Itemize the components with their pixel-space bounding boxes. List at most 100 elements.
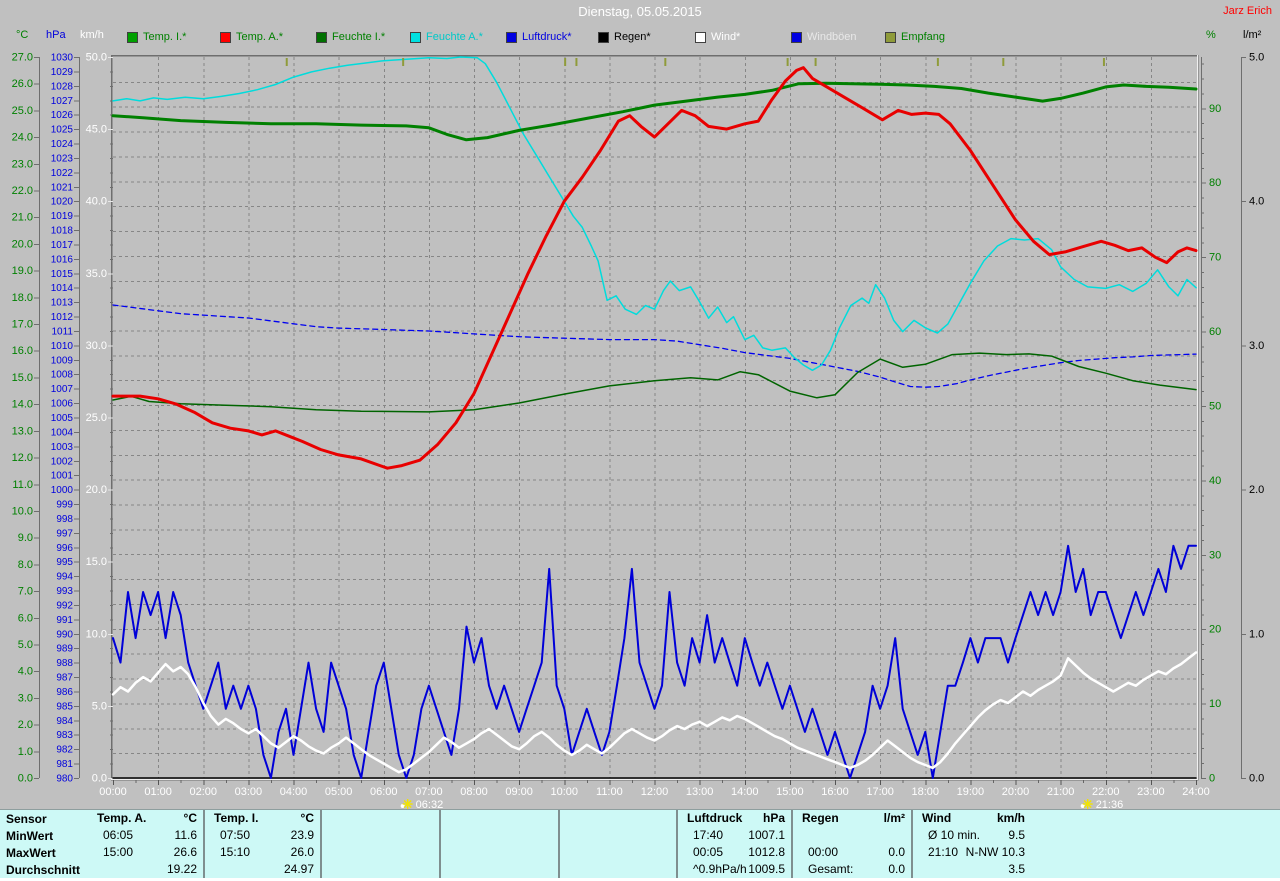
svg-text:986: 986 xyxy=(56,687,73,698)
svg-text:20.0: 20.0 xyxy=(12,238,33,250)
legend-item-feuchtei: Feuchte I.* xyxy=(316,31,385,43)
legend-color-swatch xyxy=(885,31,896,43)
svg-text:10.0: 10.0 xyxy=(86,628,107,640)
stats-cell-header: Luftdruck hPa xyxy=(678,810,791,827)
stats-cell-right: 26.6 xyxy=(173,845,197,859)
svg-text:1013: 1013 xyxy=(51,298,74,309)
svg-text:02:00: 02:00 xyxy=(189,786,217,798)
svg-text:2.0: 2.0 xyxy=(18,719,33,731)
legend-item-label: Feuchte I.* xyxy=(332,31,386,43)
stats-cell-left: 15:00 xyxy=(103,845,134,859)
stats-cell-right: 1009.5 xyxy=(748,862,785,876)
svg-text:30: 30 xyxy=(1209,549,1221,561)
svg-text:1018: 1018 xyxy=(51,226,74,237)
stats-col-wind: Wind km/h Ø 10 min. 9.5 21:10 N-NW 10.3 3.5 xyxy=(913,810,1031,879)
svg-text:15.0: 15.0 xyxy=(12,372,33,384)
svg-text:16:00: 16:00 xyxy=(821,786,849,798)
svg-text:20:00: 20:00 xyxy=(1002,786,1030,798)
svg-text:21.0: 21.0 xyxy=(12,212,33,224)
svg-text:0.0: 0.0 xyxy=(92,773,107,785)
stats-cell-right: 26.0 xyxy=(290,845,314,859)
svg-text:15:00: 15:00 xyxy=(776,786,804,798)
svg-text:50: 50 xyxy=(1209,400,1221,412)
stats-col-tempa: Temp. A. °C 06:05 11.6 15:00 26.6 19.22 xyxy=(88,810,205,879)
stats-cell: 24.97 xyxy=(205,861,320,878)
svg-text:50.0: 50.0 xyxy=(86,52,107,64)
stats-cell: ^0.9hPa/h 1009.5 xyxy=(678,861,791,878)
svg-text:5.0: 5.0 xyxy=(92,700,107,712)
stats-cell-right: 24.97 xyxy=(283,862,314,876)
svg-text:1011: 1011 xyxy=(51,326,73,337)
stats-cell-header xyxy=(322,810,439,827)
svg-text:20: 20 xyxy=(1209,624,1221,636)
axis-celsius: 0.0 1.0 2.0 3.0 4.0 5.0 6.0 7.0 8.0 9.0 10.0 11.0 12… xyxy=(12,52,40,785)
stats-cell-right: km/h xyxy=(996,811,1025,825)
svg-text:5.0: 5.0 xyxy=(18,639,33,651)
stats-col-tempi: Temp. I. °C 07:50 23.9 15:10 26.0 24.97 xyxy=(205,810,322,879)
svg-text:981: 981 xyxy=(56,759,73,770)
stats-col-empty-4 xyxy=(560,810,678,879)
svg-text:27.0: 27.0 xyxy=(12,52,33,64)
stats-cell xyxy=(560,844,676,861)
svg-text:10.0: 10.0 xyxy=(12,505,33,517)
svg-text:80: 80 xyxy=(1209,177,1221,189)
svg-text:3.0: 3.0 xyxy=(18,692,33,704)
svg-text:40.0: 40.0 xyxy=(86,196,107,208)
svg-text:997: 997 xyxy=(56,528,73,539)
stats-col-regen: Regen l/m² 00:00 0.0 Gesamt: 0.0 xyxy=(793,810,913,879)
stats-cell-right: N-NW 10.3 xyxy=(965,845,1025,859)
legend-color-swatch xyxy=(316,31,327,43)
legend-color-swatch xyxy=(220,31,231,43)
stats-cell xyxy=(322,861,439,878)
stats-cell-header xyxy=(441,810,558,827)
legend-color-swatch xyxy=(410,31,421,43)
svg-text:06:00: 06:00 xyxy=(370,786,398,798)
legend-item-tempa: Temp. A.* xyxy=(220,31,283,43)
svg-text:14:00: 14:00 xyxy=(731,786,759,798)
svg-text:991: 991 xyxy=(56,615,73,626)
stats-cell xyxy=(322,827,439,844)
svg-text:24:00: 24:00 xyxy=(1182,786,1210,798)
svg-text:25.0: 25.0 xyxy=(12,105,33,117)
legend-item-label: Windböen xyxy=(807,31,857,43)
svg-text:9.0: 9.0 xyxy=(18,532,33,544)
svg-text:16.0: 16.0 xyxy=(12,345,33,357)
stats-cell-right: hPa xyxy=(762,811,785,825)
svg-text:11:00: 11:00 xyxy=(596,786,623,798)
svg-text:20.0: 20.0 xyxy=(86,484,107,496)
svg-text:10:00: 10:00 xyxy=(550,786,578,798)
stats-cell xyxy=(441,844,558,861)
stats-col-empty-3 xyxy=(441,810,560,879)
stats-cell: 17:40 1007.1 xyxy=(678,827,791,844)
stats-cell: 19.22 xyxy=(88,861,203,878)
svg-text:1006: 1006 xyxy=(51,399,74,410)
stats-cell-right: 0.0 xyxy=(888,862,905,876)
axis-kmh: 0.0 5.0 10.0 15.0 20.0 25.0 30.0 35.0 40.0 45.0 50… xyxy=(86,52,113,785)
stats-cell: 06:05 11.6 xyxy=(88,827,203,844)
svg-text:04:00: 04:00 xyxy=(280,786,308,798)
svg-text:1009: 1009 xyxy=(51,355,74,366)
svg-text:15.0: 15.0 xyxy=(86,556,107,568)
legend-color-swatch xyxy=(791,31,802,43)
legend-item-label: Feuchte A.* xyxy=(426,31,483,43)
svg-text:1016: 1016 xyxy=(51,254,74,265)
stats-cell: 21:10 N-NW 10.3 xyxy=(913,844,1031,861)
stats-cell xyxy=(560,861,676,878)
stats-table: Sensor MinWert MaxWert Durchschnitt Temp. A… xyxy=(0,809,1280,879)
svg-text:13:00: 13:00 xyxy=(686,786,714,798)
legend-item-luftdruck: Luftdruck* xyxy=(506,31,572,43)
svg-text:995: 995 xyxy=(56,557,73,568)
svg-text:1004: 1004 xyxy=(51,427,74,438)
svg-text:05:00: 05:00 xyxy=(325,786,353,798)
svg-text:1026: 1026 xyxy=(51,110,74,121)
svg-text:1002: 1002 xyxy=(51,456,74,467)
svg-text:07:00: 07:00 xyxy=(415,786,443,798)
svg-text:10: 10 xyxy=(1209,698,1221,710)
svg-text:1001: 1001 xyxy=(51,471,74,482)
stats-cell: 3.5 xyxy=(913,861,1031,878)
stats-row-label: Durchschnitt xyxy=(6,863,81,877)
chart-legend: Temp. I.* Temp. A.* Feuchte I.* Feuchte A.*… xyxy=(0,0,1280,48)
svg-text:4.0: 4.0 xyxy=(18,666,33,678)
svg-text:70: 70 xyxy=(1209,252,1221,264)
svg-text:03:00: 03:00 xyxy=(235,786,263,798)
